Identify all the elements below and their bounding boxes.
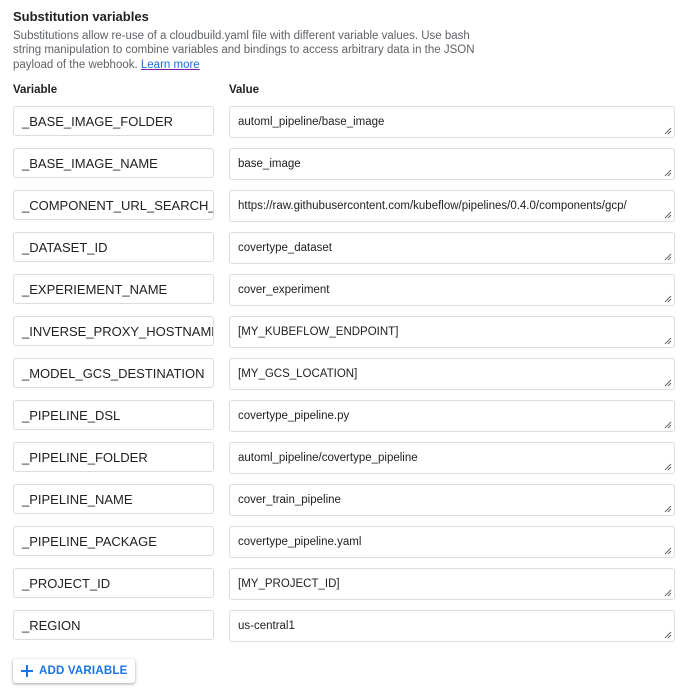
variable-row: _BASE_IMAGE_FOLDER automl_pipeline/base_i… <box>13 106 675 138</box>
resize-handle-icon[interactable] <box>664 211 672 219</box>
variable-row: _INVERSE_PROXY_HOSTNAME [MY_KUBEFLOW_ENDP… <box>13 316 675 348</box>
resize-handle-icon[interactable] <box>664 253 672 261</box>
variable-name-input[interactable]: _COMPONENT_URL_SEARCH_PREFIX <box>13 190 214 220</box>
variable-value-text: https://raw.githubusercontent.com/kubefl… <box>238 200 627 212</box>
variable-row: _COMPONENT_URL_SEARCH_PREFIX https://raw.… <box>13 190 675 222</box>
substitution-rows: _BASE_IMAGE_FOLDER automl_pipeline/base_i… <box>13 106 675 652</box>
variable-name-input[interactable]: _INVERSE_PROXY_HOSTNAME <box>13 316 214 346</box>
variable-name-input[interactable]: _PIPELINE_FOLDER <box>13 442 214 472</box>
variable-name-input[interactable]: _DATASET_ID <box>13 232 214 262</box>
learn-more-link[interactable]: Learn more <box>141 59 200 71</box>
value-column-header: Value <box>229 84 260 96</box>
variable-value-input[interactable]: covertype_pipeline.yaml <box>229 526 675 558</box>
variable-value-text: [MY_PROJECT_ID] <box>238 578 340 590</box>
variable-row: _REGION us-central1 <box>13 610 675 642</box>
resize-handle-icon[interactable] <box>664 295 672 303</box>
variable-name-input[interactable]: _BASE_IMAGE_FOLDER <box>13 106 214 136</box>
description-text: Substitutions allow re-use of a cloudbui… <box>13 30 475 71</box>
variable-value-input[interactable]: base_image <box>229 148 675 180</box>
variable-row: _PIPELINE_NAME cover_train_pipeline <box>13 484 675 516</box>
add-variable-button[interactable]: ADD VARIABLE <box>13 659 136 683</box>
variable-value-input[interactable]: [MY_KUBEFLOW_ENDPOINT] <box>229 316 675 348</box>
variable-value-text: covertype_dataset <box>238 242 332 254</box>
variable-row: _BASE_IMAGE_NAME base_image <box>13 148 675 180</box>
variable-name-input[interactable]: _REGION <box>13 610 214 640</box>
resize-handle-icon[interactable] <box>664 547 672 555</box>
variable-name-input[interactable]: _PROJECT_ID <box>13 568 214 598</box>
resize-handle-icon[interactable] <box>664 337 672 345</box>
resize-handle-icon[interactable] <box>664 127 672 135</box>
variable-value-input[interactable]: automl_pipeline/covertype_pipeline <box>229 442 675 474</box>
variable-row: _PIPELINE_DSL covertype_pipeline.py <box>13 400 675 432</box>
variable-value-text: covertype_pipeline.yaml <box>238 536 362 548</box>
variable-value-text: us-central1 <box>238 620 295 632</box>
resize-handle-icon[interactable] <box>664 505 672 513</box>
variable-name-input[interactable]: _PIPELINE_DSL <box>13 400 214 430</box>
variable-value-text: cover_train_pipeline <box>238 494 341 506</box>
variable-value-input[interactable]: covertype_dataset <box>229 232 675 264</box>
plus-icon <box>21 665 33 677</box>
resize-handle-icon[interactable] <box>664 589 672 597</box>
variable-value-input[interactable]: [MY_PROJECT_ID] <box>229 568 675 600</box>
variable-column-header: Variable <box>13 84 58 96</box>
variable-name-input[interactable]: _MODEL_GCS_DESTINATION <box>13 358 214 388</box>
variable-row: _DATASET_ID covertype_dataset <box>13 232 675 264</box>
variable-value-text: [MY_KUBEFLOW_ENDPOINT] <box>238 326 399 338</box>
variable-value-input[interactable]: automl_pipeline/base_image <box>229 106 675 138</box>
variable-value-input[interactable]: covertype_pipeline.py <box>229 400 675 432</box>
variable-name-input[interactable]: _BASE_IMAGE_NAME <box>13 148 214 178</box>
variable-value-text: covertype_pipeline.py <box>238 410 350 422</box>
resize-handle-icon[interactable] <box>664 169 672 177</box>
variable-name-input[interactable]: _PIPELINE_NAME <box>13 484 214 514</box>
variable-name-input[interactable]: _EXPERIEMENT_NAME <box>13 274 214 304</box>
resize-handle-icon[interactable] <box>664 379 672 387</box>
variable-name-input[interactable]: _PIPELINE_PACKAGE <box>13 526 214 556</box>
variable-row: _MODEL_GCS_DESTINATION [MY_GCS_LOCATION] <box>13 358 675 390</box>
variable-value-input[interactable]: https://raw.githubusercontent.com/kubefl… <box>229 190 675 222</box>
variable-value-text: [MY_GCS_LOCATION] <box>238 368 358 380</box>
section-description: Substitutions allow re-use of a cloudbui… <box>13 29 483 72</box>
variable-value-input[interactable]: cover_experiment <box>229 274 675 306</box>
variable-value-text: cover_experiment <box>238 284 330 296</box>
variable-value-input[interactable]: us-central1 <box>229 610 675 642</box>
resize-handle-icon[interactable] <box>664 631 672 639</box>
variable-value-text: base_image <box>238 158 301 170</box>
variable-row: _PIPELINE_PACKAGE covertype_pipeline.yaml <box>13 526 675 558</box>
variable-value-input[interactable]: cover_train_pipeline <box>229 484 675 516</box>
resize-handle-icon[interactable] <box>664 421 672 429</box>
variable-value-text: automl_pipeline/base_image <box>238 116 385 128</box>
variable-row: _PROJECT_ID [MY_PROJECT_ID] <box>13 568 675 600</box>
variable-value-text: automl_pipeline/covertype_pipeline <box>238 452 418 464</box>
section-title: Substitution variables <box>13 9 149 24</box>
variable-value-input[interactable]: [MY_GCS_LOCATION] <box>229 358 675 390</box>
add-variable-label: ADD VARIABLE <box>39 665 128 677</box>
variable-row: _EXPERIEMENT_NAME cover_experiment <box>13 274 675 306</box>
resize-handle-icon[interactable] <box>664 463 672 471</box>
variable-row: _PIPELINE_FOLDER automl_pipeline/covertyp… <box>13 442 675 474</box>
